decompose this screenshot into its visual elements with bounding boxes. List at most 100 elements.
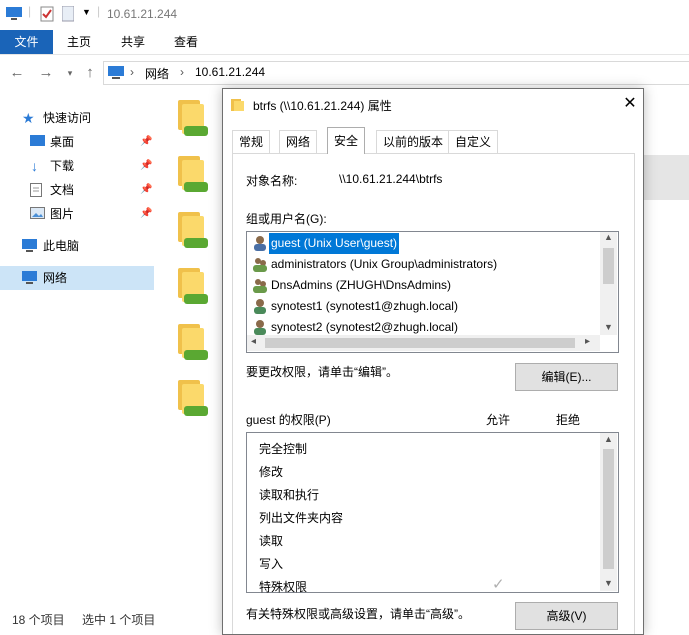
network-folder-icon[interactable] bbox=[178, 212, 208, 248]
pictures-icon bbox=[30, 207, 45, 219]
tab-network[interactable]: 网络 bbox=[279, 130, 318, 153]
sidebar-item-downloads[interactable]: ↓ 下载 📌 bbox=[0, 154, 154, 178]
user-icon bbox=[254, 236, 266, 251]
breadcrumb-separator-icon: › bbox=[130, 65, 134, 79]
pin-icon[interactable]: 📌 bbox=[140, 202, 152, 226]
scroll-up-icon[interactable]: ▲ bbox=[604, 232, 613, 242]
users-vertical-scrollbar[interactable]: ▲ ▼ bbox=[600, 232, 617, 335]
network-folder-icon[interactable] bbox=[178, 156, 208, 192]
sidebar-item-pictures[interactable]: 图片 📌 bbox=[0, 202, 154, 226]
network-folder-icon[interactable] bbox=[178, 380, 208, 416]
permissions-label: guest 的权限(P) bbox=[246, 413, 331, 427]
advanced-hint: 有关特殊权限或高级设置，请单击“高级”。 bbox=[246, 607, 470, 621]
scroll-up-icon[interactable]: ▲ bbox=[604, 434, 613, 444]
download-arrow-icon: ↓ bbox=[31, 158, 38, 174]
tab-previous-versions[interactable]: 以前的版本 bbox=[376, 130, 451, 153]
list-item-administrators[interactable]: administrators (Unix Group\administrator… bbox=[247, 254, 599, 275]
scroll-right-icon[interactable]: ▸ bbox=[585, 336, 590, 347]
sidebar-item-documents[interactable]: 文档 📌 bbox=[0, 178, 154, 202]
ribbon-tabs: 文件 主页 共享 查看 bbox=[0, 30, 689, 55]
scroll-down-icon[interactable]: ▼ bbox=[604, 322, 613, 332]
network-folder-icon[interactable] bbox=[178, 324, 208, 360]
folder-icon bbox=[231, 99, 244, 111]
group-icon bbox=[253, 258, 267, 272]
network-folder-icon[interactable] bbox=[178, 100, 208, 136]
breadcrumb-network[interactable]: 网络 bbox=[145, 65, 169, 82]
sidebar-quick-access[interactable]: ★ 快速访问 bbox=[0, 106, 154, 130]
permissions-vertical-scrollbar[interactable]: ▲ ▼ bbox=[600, 433, 617, 591]
group-users-label: 组或用户名(G): bbox=[246, 212, 327, 226]
permission-row: 读取和执行 bbox=[259, 488, 320, 502]
computer-icon bbox=[22, 239, 37, 252]
breadcrumb-host[interactable]: 10.61.21.244 bbox=[195, 65, 265, 79]
pin-icon[interactable]: 📌 bbox=[140, 130, 152, 154]
group-icon bbox=[253, 279, 267, 293]
permission-row: 写入 bbox=[259, 557, 284, 571]
scroll-left-icon[interactable]: ◂ bbox=[251, 336, 256, 347]
properties-dialog: btrfs (\\10.61.21.244) 属性 ✕ 常规 网络 安全 以前的… bbox=[222, 88, 644, 635]
scroll-thumb[interactable] bbox=[603, 248, 614, 284]
star-icon: ★ bbox=[22, 110, 35, 126]
list-item-synotest1[interactable]: synotest1 (synotest1@zhugh.local) bbox=[247, 296, 599, 317]
address-bar[interactable]: › 网络 › 10.61.21.244 bbox=[103, 61, 689, 85]
navigation-bar: ← → ▾ ↑ › 网络 › 10.61.21.244 bbox=[0, 56, 689, 90]
scroll-down-icon[interactable]: ▼ bbox=[604, 578, 613, 588]
document-icon bbox=[30, 183, 42, 197]
sidebar-network[interactable]: 网络 bbox=[0, 266, 154, 290]
new-folder-icon[interactable] bbox=[62, 6, 74, 22]
desktop-icon bbox=[30, 135, 45, 146]
network-location-icon bbox=[108, 66, 124, 79]
close-icon[interactable]: ✕ bbox=[621, 93, 639, 113]
permission-row: 完全控制 bbox=[259, 442, 308, 456]
tab-security[interactable]: 安全 bbox=[327, 127, 366, 154]
tab-customize[interactable]: 自定义 bbox=[448, 130, 499, 153]
selected-item-highlight[interactable] bbox=[643, 155, 689, 200]
dialog-title: btrfs (\\10.61.21.244) 属性 bbox=[253, 99, 392, 113]
forward-arrow-icon[interactable]: → bbox=[38, 64, 54, 81]
tab-home[interactable]: 主页 bbox=[67, 30, 91, 54]
edit-hint: 要更改权限，请单击“编辑”。 bbox=[246, 365, 398, 379]
back-arrow-icon[interactable]: ← bbox=[9, 64, 25, 81]
check-icon: ✓ bbox=[492, 576, 505, 593]
permission-row: 特殊权限 bbox=[259, 580, 308, 594]
explorer-titlebar: | ▼ | 10.61.21.244 bbox=[0, 0, 689, 30]
quick-access-toolbar-dropdown[interactable]: ▼ bbox=[82, 7, 91, 17]
security-tab-panel: 对象名称: \\10.61.21.244\btrfs 组或用户名(G): gue… bbox=[232, 153, 635, 634]
recent-locations-chevron-icon[interactable]: ▾ bbox=[62, 68, 78, 79]
selected-count: 选中 1 个项目 bbox=[82, 613, 156, 627]
object-name-value: \\10.61.21.244\btrfs bbox=[339, 172, 443, 186]
network-folder-icon[interactable] bbox=[178, 268, 208, 304]
pin-icon[interactable]: 📌 bbox=[140, 178, 152, 202]
users-list[interactable]: guest (Unix User\guest) administrators (… bbox=[246, 231, 619, 353]
scroll-thumb[interactable] bbox=[265, 338, 575, 348]
scroll-thumb[interactable] bbox=[603, 449, 614, 569]
computer-icon bbox=[6, 7, 22, 20]
status-bar: 18 个项目 选中 1 个项目 bbox=[12, 611, 155, 628]
tab-share[interactable]: 共享 bbox=[121, 30, 145, 54]
breadcrumb-separator-icon: › bbox=[180, 65, 184, 79]
permissions-list[interactable]: 完全控制 修改 读取和执行 列出文件夹内容 读取 写入 特殊权限 ✓ ▲ ▼ bbox=[246, 432, 619, 594]
object-name-label: 对象名称: bbox=[246, 174, 298, 188]
pin-icon[interactable]: 📌 bbox=[140, 154, 152, 178]
sidebar-this-pc[interactable]: 此电脑 bbox=[0, 234, 154, 258]
tab-general[interactable]: 常规 bbox=[232, 130, 271, 153]
users-horizontal-scrollbar[interactable]: ◂ ▸ bbox=[247, 335, 600, 351]
properties-icon[interactable] bbox=[40, 6, 54, 22]
tab-view[interactable]: 查看 bbox=[174, 30, 198, 54]
advanced-button[interactable]: 高级(V) bbox=[515, 602, 618, 630]
sidebar-item-desktop[interactable]: 桌面 📌 bbox=[0, 130, 154, 154]
tab-file[interactable]: 文件 bbox=[0, 30, 53, 54]
user-icon bbox=[254, 299, 266, 314]
item-count: 18 个项目 bbox=[12, 613, 65, 627]
permission-row: 读取 bbox=[259, 534, 284, 548]
list-item-dnsadmins[interactable]: DnsAdmins (ZHUGH\DnsAdmins) bbox=[247, 275, 599, 296]
up-arrow-icon[interactable]: ↑ bbox=[82, 64, 98, 81]
edit-button[interactable]: 编辑(E)... bbox=[515, 363, 618, 391]
permission-row: 修改 bbox=[259, 465, 284, 479]
window-title: 10.61.21.244 bbox=[107, 7, 178, 21]
network-icon bbox=[22, 271, 37, 284]
allow-column-header: 允许 bbox=[486, 413, 511, 427]
deny-column-header: 拒绝 bbox=[556, 413, 581, 427]
permission-row: 列出文件夹内容 bbox=[259, 511, 344, 525]
list-item-guest[interactable]: guest (Unix User\guest) bbox=[247, 233, 599, 254]
